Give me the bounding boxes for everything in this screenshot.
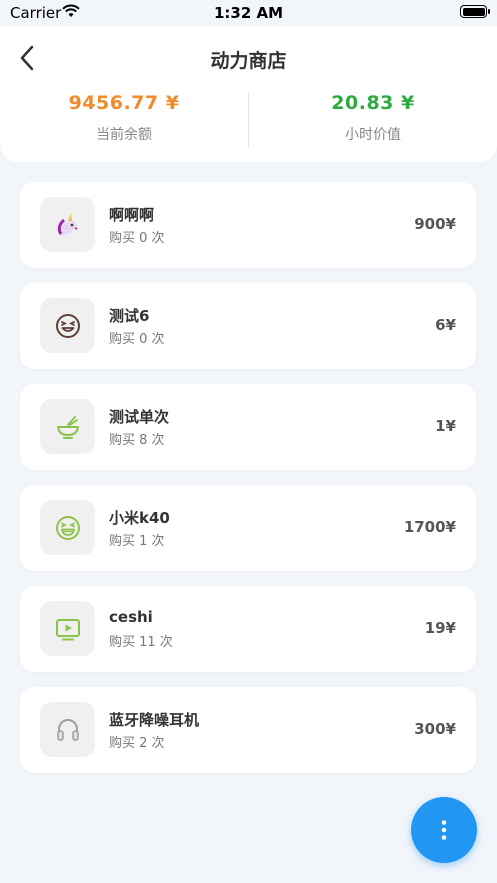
product-card[interactable]: 测试6 购买 0 次 6¥ [20, 283, 476, 369]
product-card[interactable]: 测试单次 购买 8 次 1¥ [20, 384, 476, 470]
product-name: ceshi [109, 608, 153, 626]
product-card[interactable]: ceshi 购买 11 次 19¥ [20, 586, 476, 672]
product-card[interactable]: 小米k40 购买 1 次 1700¥ [20, 485, 476, 571]
product-name: 测试6 [109, 307, 150, 325]
hourly-value-label: 小时价值 [345, 127, 401, 143]
headphones-icon [40, 702, 95, 757]
product-card[interactable]: 啊啊啊 购买 0 次 900¥ [20, 182, 476, 268]
product-name: 测试单次 [109, 408, 170, 426]
product-price: 300¥ [414, 720, 456, 738]
product-price: 1¥ [435, 417, 456, 435]
more-vertical-icon [441, 820, 447, 840]
product-name: 蓝牙降噪耳机 [109, 711, 200, 729]
product-card[interactable]: 蓝牙降噪耳机 购买 2 次 300¥ [20, 687, 476, 773]
page-title: 动力商店 [210, 50, 287, 72]
purchase-count: 购买 2 次 [109, 736, 165, 751]
purchase-count: 购买 0 次 [109, 332, 165, 347]
hourly-value-stat: 20.83 ¥ 小时价值 [249, 92, 497, 144]
noodle-bowl-icon [40, 399, 95, 454]
purchase-count: 购买 8 次 [109, 433, 165, 448]
balance-label: 当前余额 [96, 127, 152, 143]
product-price: 900¥ [414, 215, 456, 233]
header-panel: 动力商店 9456.77 ¥ 当前余额 20.83 ¥ 小时价值 [0, 26, 497, 162]
balance-stat: 9456.77 ¥ 当前余额 [0, 92, 248, 144]
status-bar: Carrier 1:32 AM [0, 0, 497, 26]
battery-icon [460, 5, 490, 18]
product-price: 1700¥ [403, 518, 456, 536]
product-price: 6¥ [435, 316, 456, 334]
product-list: 啊啊啊 购买 0 次 900¥ 测试6 购买 0 次 6¥ 测试单次 购买 8 … [20, 182, 476, 788]
laughing-face-icon [40, 298, 95, 353]
product-name: 啊啊啊 [109, 206, 155, 224]
balance-value: 9456.77 ¥ [68, 92, 180, 114]
tv-play-icon [40, 601, 95, 656]
unicorn-icon [40, 197, 95, 252]
hourly-value: 20.83 ¥ [331, 92, 415, 114]
product-name: 小米k40 [109, 509, 170, 527]
product-price: 19¥ [424, 619, 456, 637]
purchase-count: 购买 1 次 [109, 534, 165, 549]
purchase-count: 购买 11 次 [109, 635, 173, 650]
grinning-squint-face-icon [40, 500, 95, 555]
status-time: 1:32 AM [213, 4, 284, 22]
more-options-button[interactable] [411, 797, 477, 863]
purchase-count: 购买 0 次 [109, 231, 165, 246]
